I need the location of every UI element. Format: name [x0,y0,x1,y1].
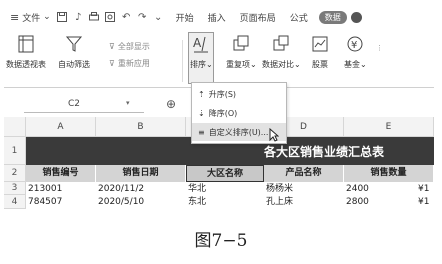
fund-label: 基金⌄ [344,60,367,69]
row-header-4[interactable]: 4 [4,195,26,209]
fund-button[interactable]: ¥ 基金⌄ [344,34,367,70]
cell-c4[interactable]: 东北 [186,196,264,209]
fund-label-text: 基金 [344,60,360,69]
header-cell-product[interactable]: 产品名称 [264,165,344,182]
spreadsheet-screenshot: ≡ 文件 ⌄ ♪ ↶ ↷ ⌄ 开始 插入 页面布局 公式 数据 数据透视表 自动… [4,4,434,209]
print-icon[interactable] [89,12,100,23]
sort-ascending-label: 升序(S) [208,89,237,99]
sort-ascending-icon: ⇡ [198,89,205,99]
filter-icon [65,36,83,52]
cell-b3[interactable]: 2020/11/2 [96,183,186,196]
column-header-b[interactable]: B [96,117,186,137]
cell-a4[interactable]: 784507 [26,196,96,209]
column-header-a[interactable]: A [26,117,96,137]
sort-descending-label: 降序(O) [208,108,238,118]
cell-e4[interactable]: 2800 [344,196,414,209]
compare-label-text: 数据对比 [262,60,294,69]
cell-e3[interactable]: 2400 [344,183,414,196]
tab-formulas[interactable]: 公式 [290,11,308,24]
hamburger-icon[interactable]: ≡ [10,11,19,24]
duplicates-icon [233,35,249,51]
header-cell-region[interactable]: 大区名称 [186,165,264,182]
auto-filter-button[interactable]: 自动筛选 [58,34,90,70]
tab-page-layout[interactable]: 页面布局 [240,11,276,24]
row-header-2[interactable]: 2 [4,165,26,182]
tab-home[interactable]: 开始 [176,11,194,24]
row-header-1[interactable]: 1 [4,137,26,165]
export-icon[interactable]: ♪ [73,12,84,23]
pivot-table-label: 数据透视表 [6,60,46,69]
sort-descending-icon: ⇣ [198,108,205,118]
header-cell-quantity[interactable]: 销售数量 [344,165,434,182]
cell-c3[interactable]: 华北 [186,183,264,196]
name-box-dropdown-icon[interactable]: ▾ [126,99,130,107]
show-all-label: 全部显示 [117,42,150,51]
stocks-label: 股票 [312,60,328,69]
compare-icon [273,35,289,51]
pivot-table-icon [18,35,34,53]
save-icon[interactable] [57,12,68,23]
cell-d4[interactable]: 孔上床 [264,196,344,209]
svg-text:A: A [193,36,202,50]
stocks-icon [312,36,328,52]
redo-icon[interactable]: ↷ [137,12,148,23]
ribbon-scroll-icon[interactable]: ⋮ [376,44,383,52]
sort-button[interactable]: A 排序⌄ [190,34,213,70]
reapply-button[interactable]: ⊽ 重新应用 [109,55,150,72]
auto-filter-label: 自动筛选 [58,60,90,69]
show-all-button[interactable]: ⊽ 全部显示 [109,38,150,55]
mouse-pointer-icon [269,128,279,142]
ribbon-divider [182,40,183,82]
name-box[interactable]: C2 ▾ [24,96,144,113]
stocks-button[interactable]: 股票 [310,34,330,70]
data-ribbon: 数据透视表 自动筛选 ⊽ 全部显示 ⊽ 重新应用 A 排序⌄ 重复项⌄ 数据对比⌄ … [4,30,434,88]
svg-text:¥: ¥ [351,40,357,51]
fund-icon: ¥ [347,36,363,52]
row-header-3[interactable]: 3 [4,182,26,195]
file-menu-label: 文件 [22,13,41,24]
header-cell-sales-date[interactable]: 销售日期 [96,165,186,182]
sort-label-text: 排序 [190,60,206,69]
cell-f3[interactable]: ¥1 [416,183,434,196]
column-header-e[interactable]: E [344,117,434,137]
compare-button[interactable]: 数据对比⌄ [262,34,301,70]
menu-bar: ≡ 文件 ⌄ ♪ ↶ ↷ ⌄ 开始 插入 页面布局 公式 数据 [4,4,434,30]
undo-icon[interactable]: ↶ [121,12,132,23]
cell-b4[interactable]: 2020/5/10 [96,196,186,209]
duplicates-label-text: 重复项 [226,60,250,69]
reapply-icon: ⊽ [109,59,115,68]
header-cell-sales-id[interactable]: 销售编号 [26,165,96,182]
overflow-icon[interactable] [350,11,362,23]
print-preview-icon[interactable] [105,12,116,23]
sheet-title: 各大区销售业绩汇总表 [264,145,385,159]
cell-f4[interactable]: ¥1 [416,196,434,209]
filter-small-commands: ⊽ 全部显示 ⊽ 重新应用 [109,38,150,72]
sort-icon: A [193,36,209,53]
cell-a3[interactable]: 213001 [26,183,96,196]
show-all-icon: ⊽ [109,42,115,51]
pivot-table-button[interactable]: 数据透视表 [6,34,46,70]
tab-insert[interactable]: 插入 [208,11,226,24]
menu-item-sort-descending[interactable]: ⇣ 降序(O) [192,104,286,122]
custom-sort-icon: ≡ [198,127,205,137]
zoom-icon[interactable]: ⊕ [166,97,176,111]
cell-d3[interactable]: 杨杨米 [264,183,344,196]
duplicates-label: 重复项⌄ [226,60,257,69]
custom-sort-label: 自定义排序(U)... [208,127,269,137]
sort-label: 排序⌄ [190,60,213,69]
menu-item-sort-ascending[interactable]: ⇡ 升序(S) [192,85,286,103]
select-all-corner[interactable] [4,117,26,137]
more-icon[interactable]: ⌄ [153,12,164,23]
compare-label: 数据对比⌄ [262,60,301,69]
cell-reference: C2 [68,99,81,109]
file-menu[interactable]: 文件 ⌄ [22,11,50,24]
figure-caption: 图7−5 [194,231,248,251]
tab-data[interactable]: 数据 [318,10,347,24]
duplicates-button[interactable]: 重复项⌄ [226,34,257,70]
reapply-label: 重新应用 [117,59,150,68]
